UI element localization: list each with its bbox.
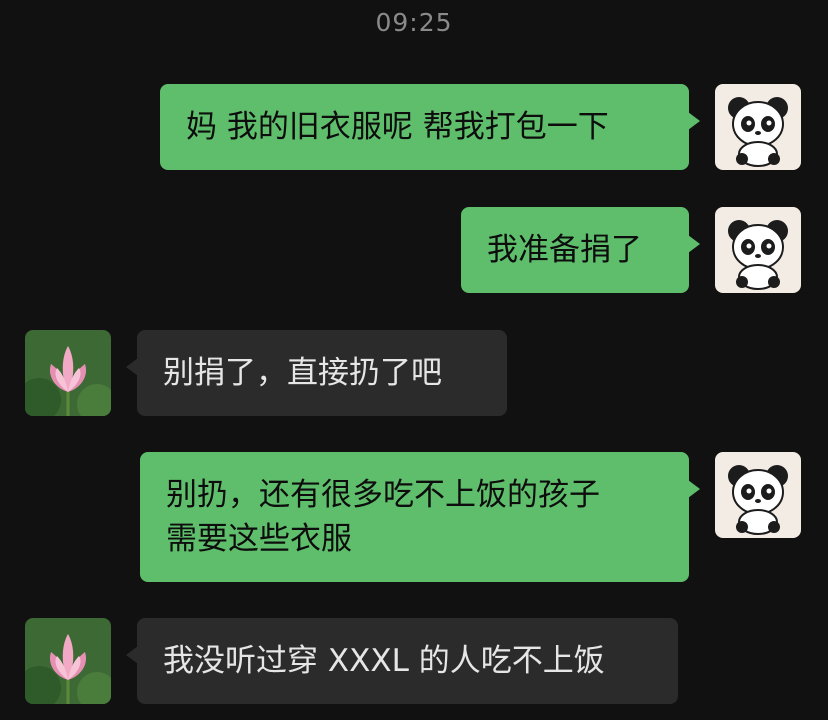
message-bubble-outgoing[interactable]: 别扔，还有很多吃不上饭的孩子 需要这些衣服: [140, 452, 700, 582]
message-text: 我准备捐了: [487, 232, 642, 268]
lotus-avatar-icon[interactable]: [25, 618, 111, 704]
message-bubble-outgoing[interactable]: 我准备捐了: [461, 207, 700, 293]
message-text-line-2: 需要这些衣服: [166, 521, 352, 557]
panda-avatar-icon[interactable]: [715, 207, 801, 293]
message-timestamp: 09:25: [375, 8, 453, 37]
panda-avatar-icon[interactable]: [715, 452, 801, 538]
message-text: 妈 我的旧衣服呢 帮我打包一下: [186, 109, 609, 145]
message-bubble-incoming[interactable]: 别捐了，直接扔了吧: [126, 330, 507, 416]
message-text: 我没听过穿 XXXL 的人吃不上饭: [163, 643, 605, 679]
panda-avatar-icon[interactable]: [715, 84, 801, 170]
message-bubble-outgoing[interactable]: 妈 我的旧衣服呢 帮我打包一下: [160, 84, 700, 170]
message-text: 别捐了，直接扔了吧: [163, 355, 442, 391]
message-text-line-1: 别扔，还有很多吃不上饭的孩子: [166, 477, 600, 513]
message-bubble-incoming[interactable]: 我没听过穿 XXXL 的人吃不上饭: [126, 618, 678, 704]
lotus-avatar-icon[interactable]: [25, 330, 111, 416]
chat-window: 09:25 妈 我的旧衣服呢 帮我打包一下 我准备捐了 别捐了，直接扔了吧 别扔…: [0, 0, 828, 720]
